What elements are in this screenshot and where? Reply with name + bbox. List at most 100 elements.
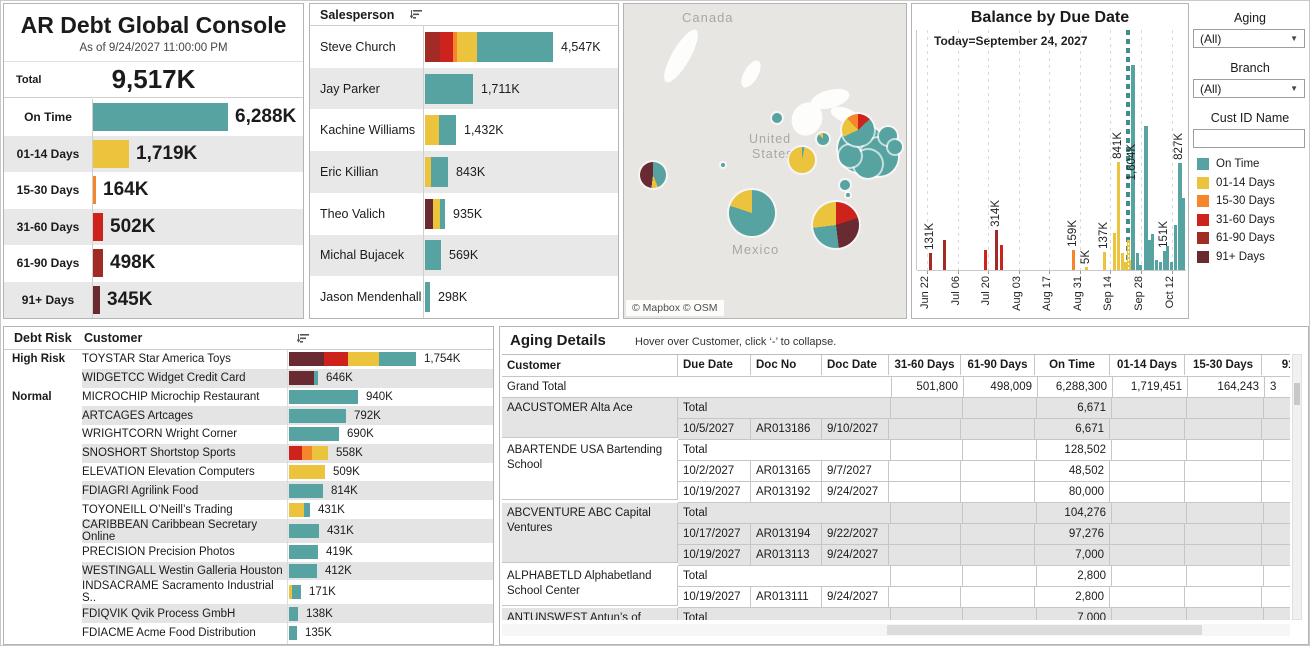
map-pie-marker[interactable] — [721, 163, 725, 167]
customer-row[interactable]: ELEVATION Elevation Computers509K — [4, 463, 493, 482]
customer-row[interactable]: CARIBBEAN Caribbean Secretary Online431K — [4, 519, 493, 543]
customer-bar[interactable] — [289, 390, 358, 404]
due-date-bar[interactable] — [1151, 234, 1154, 270]
kpi-bar[interactable] — [92, 103, 228, 131]
due-date-bar[interactable] — [929, 253, 932, 270]
customer-bar[interactable] — [289, 607, 298, 621]
legend-item-01-14-days[interactable]: 01-14 Days — [1197, 174, 1309, 193]
bar-segment[interactable] — [289, 446, 302, 460]
salesperson-bar[interactable] — [425, 240, 441, 270]
due-date-bar[interactable] — [1117, 162, 1120, 270]
customer-bar[interactable] — [289, 503, 310, 517]
kpi-bar[interactable] — [92, 213, 103, 241]
bar-segment[interactable] — [289, 607, 298, 621]
bar-segment[interactable] — [324, 352, 348, 366]
due-date-bar[interactable] — [1103, 252, 1106, 270]
customer-bar[interactable] — [289, 446, 328, 460]
due-date-bar[interactable] — [1072, 250, 1075, 270]
map-pie-marker[interactable] — [846, 193, 850, 197]
customer-row[interactable]: SNOSHORT Shortstop Sports558K — [4, 444, 493, 463]
due-date-bar[interactable] — [1113, 233, 1116, 270]
due-date-bar[interactable] — [1155, 260, 1158, 270]
bar-segment[interactable] — [425, 240, 441, 270]
map-pie-marker[interactable] — [817, 133, 829, 145]
vertical-scrollbar[interactable] — [1292, 354, 1302, 620]
customer-row[interactable]: FDIQVIK Qvik Process GmbH138K — [4, 604, 493, 623]
horizontal-scrollbar-thumb[interactable] — [887, 625, 1202, 635]
salesperson-row[interactable]: Theo Valich935K — [310, 193, 618, 235]
customer-row[interactable]: FDIACME Acme Food Distribution135K — [4, 623, 493, 642]
bar-segment[interactable] — [289, 352, 324, 366]
customer-bar[interactable] — [289, 427, 339, 441]
kpi-bar[interactable] — [92, 140, 129, 168]
customer-row[interactable]: INDSACRAME Sacramento Industrial S..171K — [4, 580, 493, 604]
legend-item-91-days[interactable]: 91+ Days — [1197, 248, 1309, 267]
due-date-bar[interactable] — [984, 250, 987, 270]
bar-segment[interactable] — [457, 32, 477, 62]
bar-segment[interactable] — [379, 352, 416, 366]
legend-item-15-30-days[interactable]: 15-30 Days — [1197, 192, 1309, 211]
customer-row[interactable]: PRECISION Precision Photos419K — [4, 543, 493, 562]
bar-segment[interactable] — [289, 371, 314, 385]
customer-row[interactable]: High RiskTOYSTAR Star America Toys1,754K — [4, 350, 493, 369]
customer-bar[interactable] — [289, 585, 301, 599]
due-date-bar[interactable] — [995, 230, 998, 270]
customer-row[interactable]: WESTINGALL Westin Galleria Houston412K — [4, 562, 493, 581]
salesperson-row[interactable]: Jay Parker1,711K — [310, 68, 618, 110]
map-pie-marker[interactable] — [842, 114, 874, 146]
salesperson-bar[interactable] — [425, 32, 553, 62]
map-pie-marker[interactable] — [813, 202, 859, 248]
legend-item-61-90-days[interactable]: 61-90 Days — [1197, 229, 1309, 248]
bar-segment[interactable] — [477, 32, 553, 62]
due-date-bar[interactable] — [1085, 267, 1088, 270]
kpi-bar[interactable] — [92, 249, 103, 277]
salesperson-bar[interactable] — [425, 115, 456, 145]
bar-segment[interactable] — [289, 465, 325, 479]
due-date-bar[interactable] — [1174, 225, 1177, 270]
bar-segment[interactable] — [425, 32, 440, 62]
salesperson-bar[interactable] — [425, 157, 448, 187]
bar-segment[interactable] — [348, 352, 379, 366]
salesperson-row[interactable]: Eric Killian843K — [310, 151, 618, 193]
customer-row[interactable]: ARTCAGES Artcages792K — [4, 406, 493, 425]
customer-row[interactable]: FDIAGRI Agrilink Food814K — [4, 481, 493, 500]
bar-segment[interactable] — [289, 564, 317, 578]
customer-bar[interactable] — [289, 564, 317, 578]
customer-row[interactable]: WIDGETCC Widget Credit Card646K — [4, 369, 493, 388]
salesperson-row[interactable]: Steve Church4,547K — [310, 26, 618, 68]
customer-bar[interactable] — [289, 545, 318, 559]
bar-segment[interactable] — [302, 446, 312, 460]
bar-segment[interactable] — [289, 503, 304, 517]
customer-bar[interactable] — [289, 409, 346, 423]
map-pie-marker[interactable] — [789, 147, 815, 173]
map-pie-marker[interactable] — [772, 113, 782, 123]
map-pie-marker[interactable] — [729, 190, 775, 236]
bar-segment[interactable] — [431, 157, 448, 187]
salesperson-bar[interactable] — [425, 199, 445, 229]
legend-item-31-60-days[interactable]: 31-60 Days — [1197, 211, 1309, 230]
bar-segment[interactable] — [289, 390, 358, 404]
bar-segment[interactable] — [425, 115, 439, 145]
due-date-bar[interactable] — [1159, 262, 1162, 270]
map-pie-marker[interactable] — [640, 162, 666, 188]
bar-segment[interactable] — [289, 626, 297, 640]
aging-filter-dropdown[interactable]: (All) ▼ — [1193, 29, 1305, 48]
bar-segment[interactable] — [289, 427, 339, 441]
cust-id-input[interactable] — [1193, 129, 1305, 148]
horizontal-scrollbar[interactable] — [502, 624, 1290, 636]
due-date-bar[interactable] — [1170, 262, 1173, 270]
bar-segment[interactable] — [289, 545, 318, 559]
customer-row[interactable]: TOYONEILL O’Neill’s Trading431K — [4, 500, 493, 519]
bar-segment[interactable] — [312, 446, 328, 460]
bar-segment[interactable] — [289, 409, 346, 423]
kpi-bar[interactable] — [92, 286, 100, 314]
salesperson-bar[interactable] — [425, 74, 473, 104]
bar-segment[interactable] — [425, 74, 473, 104]
bar-segment[interactable] — [425, 282, 430, 312]
bar-segment[interactable] — [425, 199, 433, 229]
sort-icon[interactable] — [410, 9, 423, 20]
customer-bar[interactable] — [289, 352, 416, 366]
customer-bar[interactable] — [289, 484, 323, 498]
map-pie-marker[interactable] — [840, 180, 850, 190]
customer-bar[interactable] — [289, 626, 297, 640]
